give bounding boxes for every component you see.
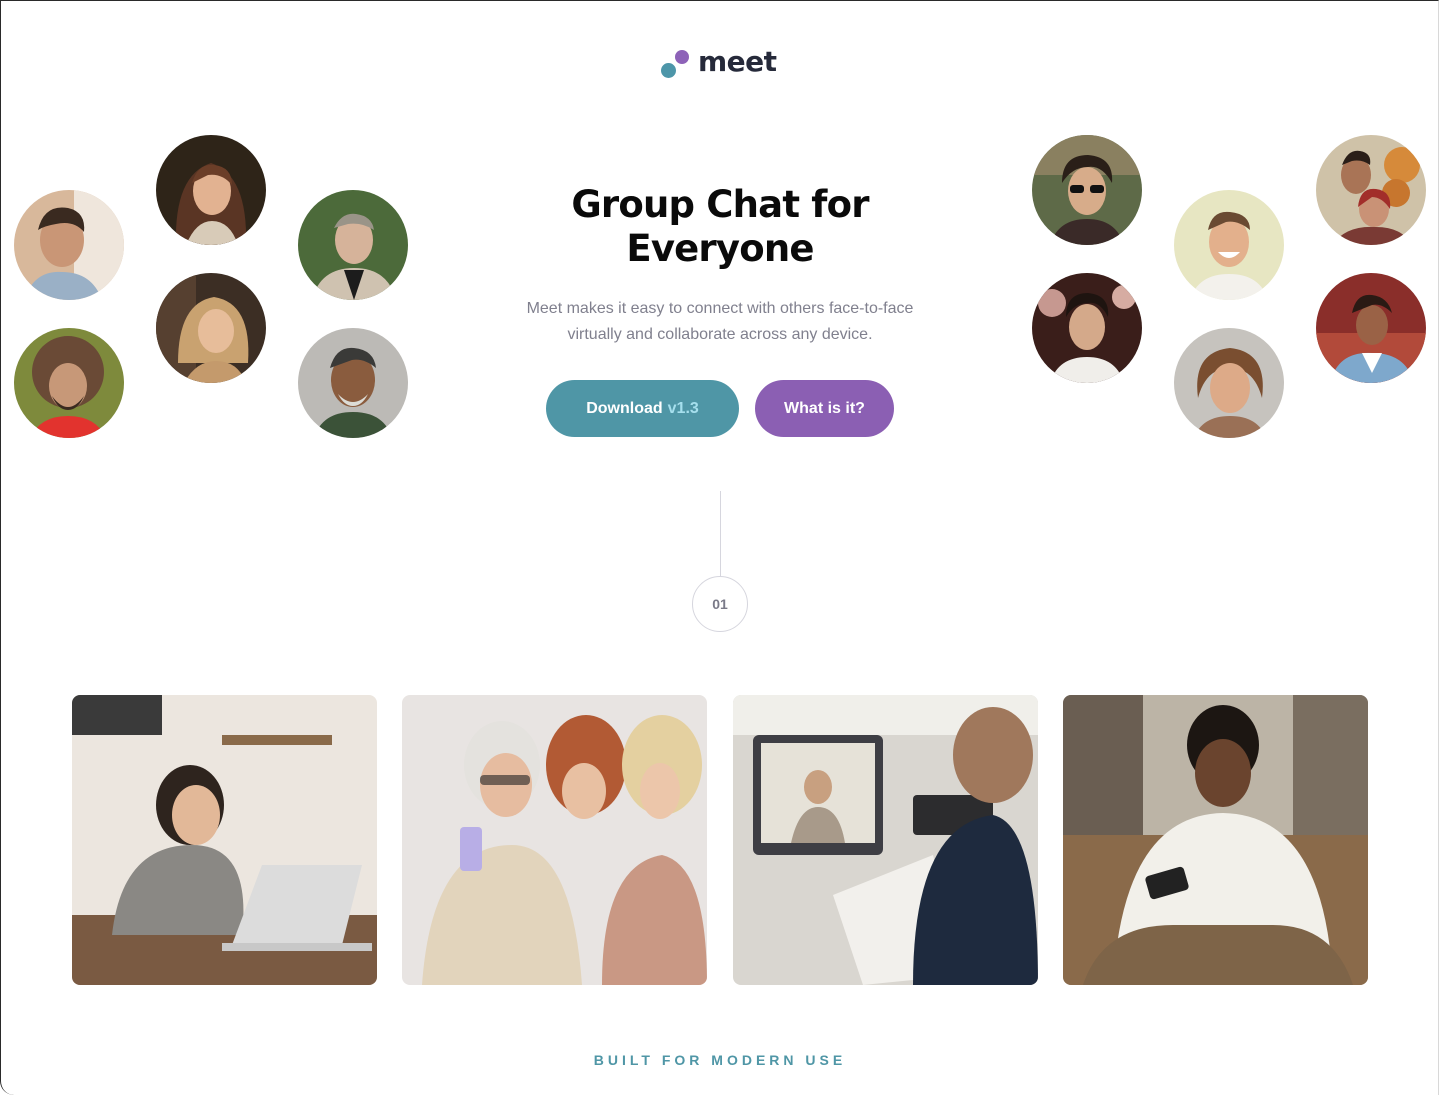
photo-man-video-call: [733, 695, 1038, 985]
step-number-badge: 01: [692, 576, 748, 632]
logo-dot-teal: [661, 63, 676, 78]
photo-woman-laptop: [72, 695, 377, 985]
photo-women-phone: [402, 695, 707, 985]
avatar-dark-hair-man: [1032, 273, 1142, 383]
step-divider-line: [720, 491, 721, 577]
download-version: v1.3: [667, 399, 699, 417]
logo-dot-purple: [675, 50, 689, 64]
download-button[interactable]: Download v1.3: [546, 380, 739, 437]
download-button-label: Download: [586, 399, 663, 417]
meet-logo-icon: [661, 46, 691, 78]
avatar-couple: [1316, 135, 1426, 245]
avatar-man-jacket: [298, 190, 408, 300]
avatar-smiling-woman: [156, 135, 266, 245]
avatar-man-sunglasses: [1032, 135, 1142, 245]
avatar-blonde-woman: [156, 273, 266, 383]
section-label: BUILT FOR MODERN USE: [593, 1052, 847, 1068]
photo-man-phone: [1063, 695, 1368, 985]
avatar-older-man: [298, 328, 408, 438]
avatar-young-man: [14, 190, 124, 300]
hero-title: Group Chat for Everyone: [571, 183, 869, 270]
hero-subtitle: Meet makes it easy to connect with other…: [526, 300, 914, 343]
brand-name: meet: [698, 45, 777, 78]
what-is-it-button[interactable]: What is it?: [755, 380, 894, 437]
avatar-smiling-man: [1174, 190, 1284, 300]
avatar-woman-denim: [1316, 273, 1426, 383]
brand-logo[interactable]: meet: [661, 42, 777, 78]
avatar-wavy-hair-man: [1174, 328, 1284, 438]
avatar-curly-man: [14, 328, 124, 438]
